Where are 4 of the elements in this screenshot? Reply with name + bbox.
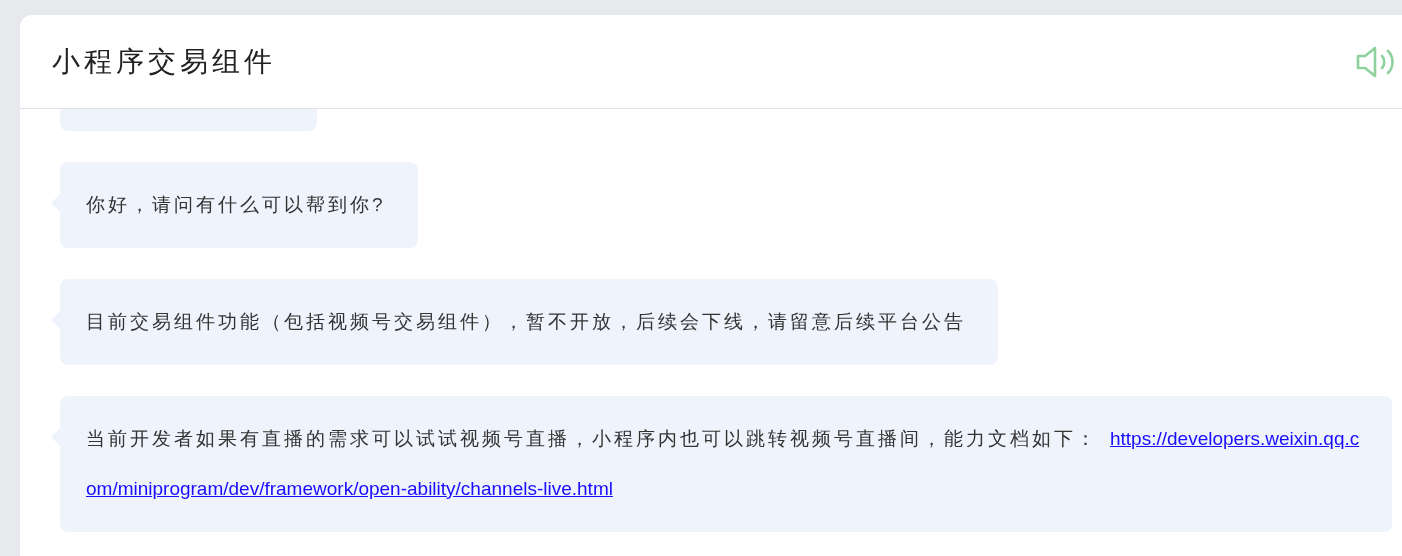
- message-text: 目前交易组件功能（包括视频号交易组件），暂不开放，后续会下线，请留意后续平台公告: [86, 311, 966, 332]
- message-text: 你好，请问有什么可以帮到你?: [86, 194, 386, 215]
- panel-title: 小程序交易组件: [52, 44, 276, 79]
- message-text: 当前开发者如果有直播的需求可以试试视频号直播，小程序内也可以跳转视频号直播间，能力文档如下： https://developers.weixin.qq.com/miniprogram/dev/framework/open-ability/channels-live.html: [86, 428, 1360, 499]
